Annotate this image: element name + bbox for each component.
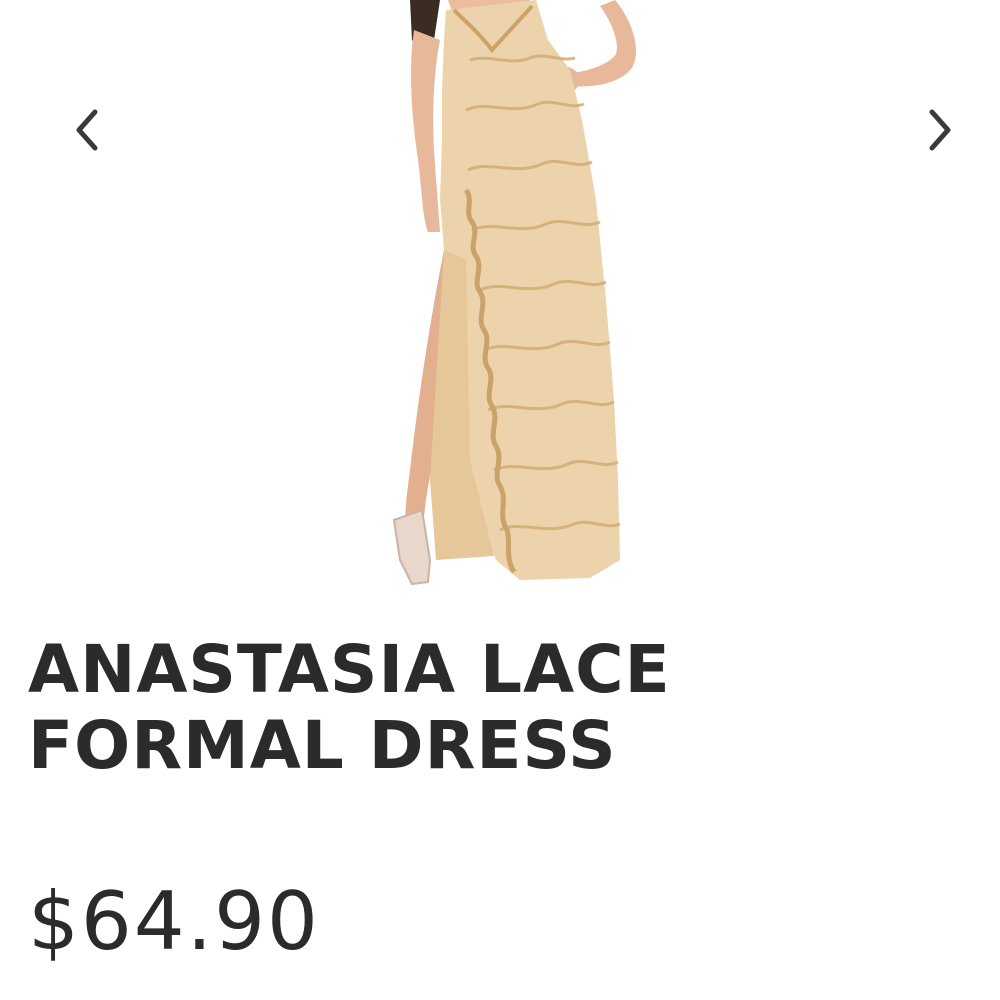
product-title: ANASTASIA LACE FORMAL DRESS [28, 632, 968, 784]
chevron-right-icon [929, 109, 951, 151]
model-left-arm [411, 30, 440, 232]
model-shoe [392, 508, 432, 586]
product-photo [392, 0, 636, 586]
product-image-carousel[interactable] [0, 0, 1000, 610]
product-title-line-2: FORMAL DRESS [28, 707, 617, 784]
product-title-line-1: ANASTASIA LACE [28, 631, 671, 708]
product-price: $64.90 [28, 875, 320, 968]
previous-image-button[interactable] [55, 96, 119, 160]
chevron-left-icon [76, 109, 98, 151]
next-image-button[interactable] [908, 96, 972, 160]
